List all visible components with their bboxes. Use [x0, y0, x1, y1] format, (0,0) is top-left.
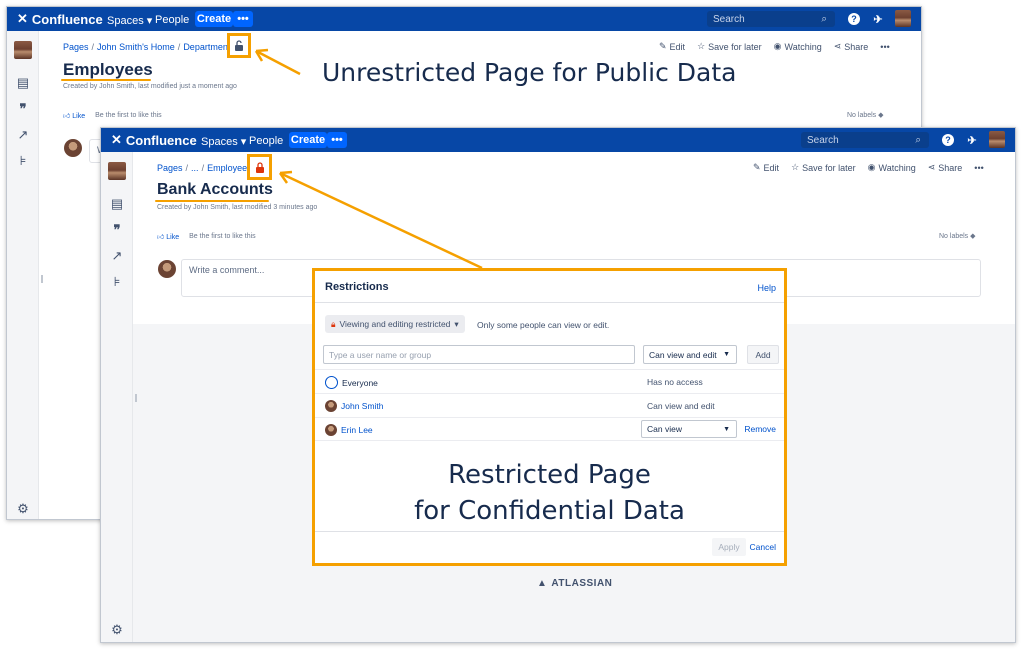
permission-subject[interactable]: John Smith	[325, 400, 384, 412]
chevron-down-icon: ▾	[454, 318, 459, 329]
permission-select[interactable]: Can view and edit ▼	[643, 345, 737, 364]
user-avatar	[325, 424, 337, 436]
permission-row-erin-lee: Erin Lee Can view ▼ Remove	[315, 417, 784, 441]
permission-row-john-smith: John Smith Can view and edit	[315, 393, 784, 417]
confidential-callout-line2: for Confidential Data	[414, 496, 685, 526]
user-search-input[interactable]: Type a user name or group	[323, 345, 635, 364]
cancel-button[interactable]: Cancel	[750, 542, 776, 552]
permission-subject: Everyone	[325, 376, 378, 389]
apply-button[interactable]: Apply	[712, 538, 746, 556]
restrictions-dialog: Restrictions Help 🔒︎ Viewing and editing…	[312, 268, 787, 566]
user-avatar	[325, 400, 337, 412]
confidential-callout: Restricted Page for Confidential Data	[315, 457, 784, 529]
dialog-header: Restrictions Help	[315, 271, 784, 303]
group-icon	[325, 376, 338, 389]
chevron-down-icon: ▼	[723, 351, 730, 358]
dialog-footer: Apply Cancel	[315, 531, 784, 563]
lock-icon: 🔒︎	[331, 318, 336, 329]
help-link[interactable]: Help	[757, 283, 776, 293]
permission-value: Has no access	[647, 377, 703, 387]
permission-select-value: Can view and edit	[649, 349, 717, 360]
chevron-down-icon: ▼	[723, 425, 730, 433]
permission-value: Can view and edit	[647, 401, 715, 411]
dialog-title: Restrictions	[325, 281, 389, 293]
add-button[interactable]: Add	[747, 345, 779, 364]
restriction-mode-dropdown[interactable]: 🔒︎ Viewing and editing restricted ▾	[325, 315, 465, 333]
confidential-callout-line1: Restricted Page	[448, 460, 651, 490]
permission-subject[interactable]: Erin Lee	[325, 424, 373, 436]
permission-row-everyone: Everyone Has no access	[315, 369, 784, 393]
restriction-mode-label: Viewing and editing restricted	[339, 319, 451, 329]
remove-link[interactable]: Remove	[744, 424, 776, 434]
restriction-mode-description: Only some people can view or edit.	[477, 320, 610, 330]
permission-select[interactable]: Can view ▼	[641, 420, 737, 438]
